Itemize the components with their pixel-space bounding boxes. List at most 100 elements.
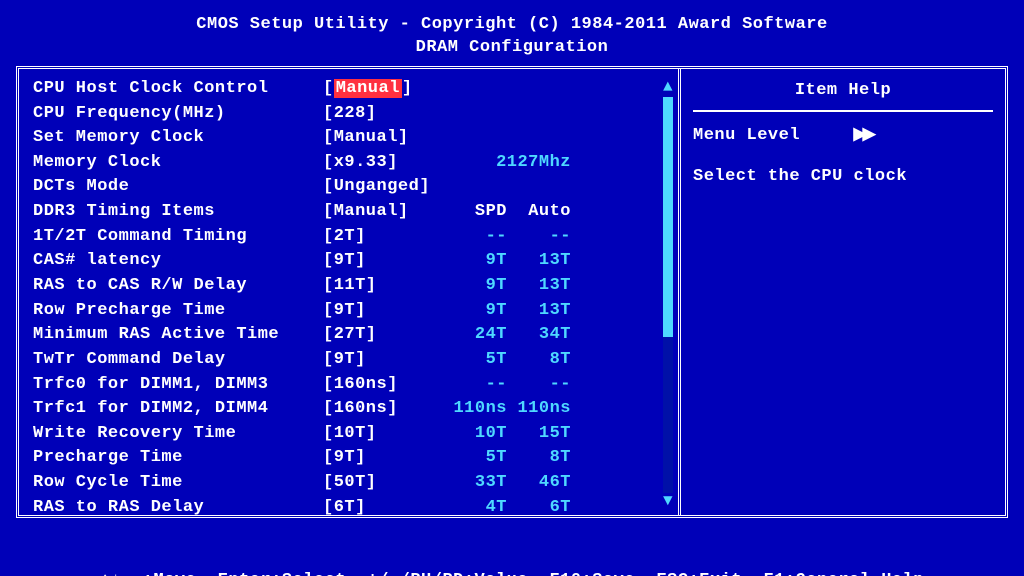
setting-label: CAS# latency: [33, 249, 323, 274]
scroll-down-icon[interactable]: ▼: [663, 493, 673, 509]
setting-auto-col: 8T: [507, 446, 571, 471]
main-area: CPU Host Clock Control[Manual]CPU Freque…: [16, 66, 1008, 518]
setting-value[interactable]: [228]: [323, 102, 433, 127]
setting-spd-col: SPD: [433, 200, 507, 225]
setting-value[interactable]: [6T]: [323, 496, 433, 515]
setting-label: Minimum RAS Active Time: [33, 323, 323, 348]
setting-auto-col: [507, 77, 571, 102]
scroll-up-icon[interactable]: ▲: [663, 79, 673, 95]
scroll-track-rest: [663, 337, 673, 493]
setting-row[interactable]: DCTs Mode[Unganged]: [33, 175, 678, 200]
setting-spd-col: 110ns: [433, 397, 507, 422]
setting-row[interactable]: Row Cycle Time[50T]33T46T: [33, 471, 678, 496]
setting-value[interactable]: [9T]: [323, 348, 433, 373]
setting-auto-col: --: [507, 225, 571, 250]
setting-value[interactable]: [160ns]: [323, 373, 433, 398]
setting-row[interactable]: RAS to RAS Delay[6T]4T6T: [33, 496, 678, 515]
setting-auto-col: Auto: [507, 200, 571, 225]
footer-line-1: ↑↓←→:Move Enter:Select +/-/PU/PD:Value F…: [0, 570, 1024, 576]
setting-spd-col: 24T: [433, 323, 507, 348]
setting-value[interactable]: [9T]: [323, 446, 433, 471]
setting-auto-col: 13T: [507, 274, 571, 299]
setting-spd-col: 9T: [433, 299, 507, 324]
setting-value[interactable]: [10T]: [323, 422, 433, 447]
setting-spd-col: [433, 77, 507, 102]
setting-auto-col: [507, 175, 571, 200]
setting-label: Trfc1 for DIMM2, DIMM4: [33, 397, 323, 422]
setting-label: Memory Clock: [33, 151, 323, 176]
setting-auto-col: 46T: [507, 471, 571, 496]
setting-spd-col: 33T: [433, 471, 507, 496]
setting-value[interactable]: [Manual]: [323, 126, 433, 151]
footer-hints: ↑↓←→:Move Enter:Select +/-/PU/PD:Value F…: [0, 518, 1024, 576]
selected-value-highlight[interactable]: Manual: [334, 79, 402, 98]
setting-spd-col: [433, 175, 507, 200]
setting-label: DDR3 Timing Items: [33, 200, 323, 225]
setting-label: Row Cycle Time: [33, 471, 323, 496]
setting-value[interactable]: [50T]: [323, 471, 433, 496]
setting-auto-col: 34T: [507, 323, 571, 348]
setting-label: Precharge Time: [33, 446, 323, 471]
setting-auto-col: 8T: [507, 348, 571, 373]
setting-auto-col: [507, 126, 571, 151]
setting-spd-col: 9T: [433, 274, 507, 299]
setting-label: TwTr Command Delay: [33, 348, 323, 373]
setting-value[interactable]: [27T]: [323, 323, 433, 348]
setting-row[interactable]: Write Recovery Time[10T]10T15T: [33, 422, 678, 447]
setting-value[interactable]: [9T]: [323, 249, 433, 274]
setting-row[interactable]: CPU Host Clock Control[Manual]: [33, 77, 678, 102]
setting-row[interactable]: TwTr Command Delay[9T]5T8T: [33, 348, 678, 373]
title-line-2: DRAM Configuration: [0, 37, 1024, 60]
help-panel: Item Help Menu Level ▶▶ Select the CPU c…: [681, 69, 1005, 515]
setting-row[interactable]: RAS to CAS R/W Delay[11T]9T13T: [33, 274, 678, 299]
setting-value[interactable]: [11T]: [323, 274, 433, 299]
setting-value[interactable]: [Unganged]: [323, 175, 433, 200]
setting-value[interactable]: [x9.33]: [323, 151, 433, 176]
setting-label: RAS to RAS Delay: [33, 496, 323, 515]
setting-label: 1T/2T Command Timing: [33, 225, 323, 250]
setting-value[interactable]: [2T]: [323, 225, 433, 250]
setting-row[interactable]: DDR3 Timing Items[Manual]SPDAuto: [33, 200, 678, 225]
setting-row[interactable]: 1T/2T Command Timing[2T]----: [33, 225, 678, 250]
setting-row[interactable]: Row Precharge Time[9T]9T13T: [33, 299, 678, 324]
setting-row[interactable]: Minimum RAS Active Time[27T]24T34T: [33, 323, 678, 348]
setting-row[interactable]: CPU Frequency(MHz)[228]: [33, 102, 678, 127]
setting-row[interactable]: Set Memory Clock[Manual]: [33, 126, 678, 151]
setting-auto-col: --: [507, 373, 571, 398]
setting-spd-col: --: [433, 373, 507, 398]
setting-extra: 2127Mhz: [433, 151, 571, 176]
setting-spd-col: 9T: [433, 249, 507, 274]
title-bar: CMOS Setup Utility - Copyright (C) 1984-…: [0, 0, 1024, 66]
scroll-thumb[interactable]: [663, 97, 673, 337]
setting-spd-col: --: [433, 225, 507, 250]
title-line-1: CMOS Setup Utility - Copyright (C) 1984-…: [0, 14, 1024, 37]
setting-auto-col: 6T: [507, 496, 571, 515]
setting-spd-col: 4T: [433, 496, 507, 515]
setting-row[interactable]: Trfc1 for DIMM2, DIMM4[160ns]110ns110ns: [33, 397, 678, 422]
setting-value[interactable]: [Manual]: [323, 200, 433, 225]
setting-label: Row Precharge Time: [33, 299, 323, 324]
setting-auto-col: 15T: [507, 422, 571, 447]
setting-spd-col: 5T: [433, 348, 507, 373]
setting-label: Set Memory Clock: [33, 126, 323, 151]
setting-value[interactable]: [160ns]: [323, 397, 433, 422]
setting-row[interactable]: Memory Clock[x9.33]2127Mhz: [33, 151, 678, 176]
setting-row[interactable]: Precharge Time[9T]5T8T: [33, 446, 678, 471]
menu-level: Menu Level ▶▶: [693, 124, 993, 145]
bios-screen: CMOS Setup Utility - Copyright (C) 1984-…: [0, 0, 1024, 576]
help-description: Select the CPU clock: [693, 167, 993, 186]
setting-label: Trfc0 for DIMM1, DIMM3: [33, 373, 323, 398]
setting-row[interactable]: Trfc0 for DIMM1, DIMM3[160ns]----: [33, 373, 678, 398]
setting-auto-col: 110ns: [507, 397, 571, 422]
scrollbar[interactable]: ▲ ▼: [662, 79, 674, 509]
setting-auto-col: 13T: [507, 249, 571, 274]
setting-auto-col: [507, 102, 571, 127]
setting-row[interactable]: CAS# latency[9T]9T13T: [33, 249, 678, 274]
setting-spd-col: [433, 102, 507, 127]
item-help-title: Item Help: [693, 77, 993, 112]
setting-value[interactable]: [9T]: [323, 299, 433, 324]
setting-value[interactable]: [Manual]: [323, 77, 433, 102]
setting-spd-col: [433, 126, 507, 151]
menu-level-arrows-icon: ▶▶: [854, 126, 872, 145]
setting-label: Write Recovery Time: [33, 422, 323, 447]
